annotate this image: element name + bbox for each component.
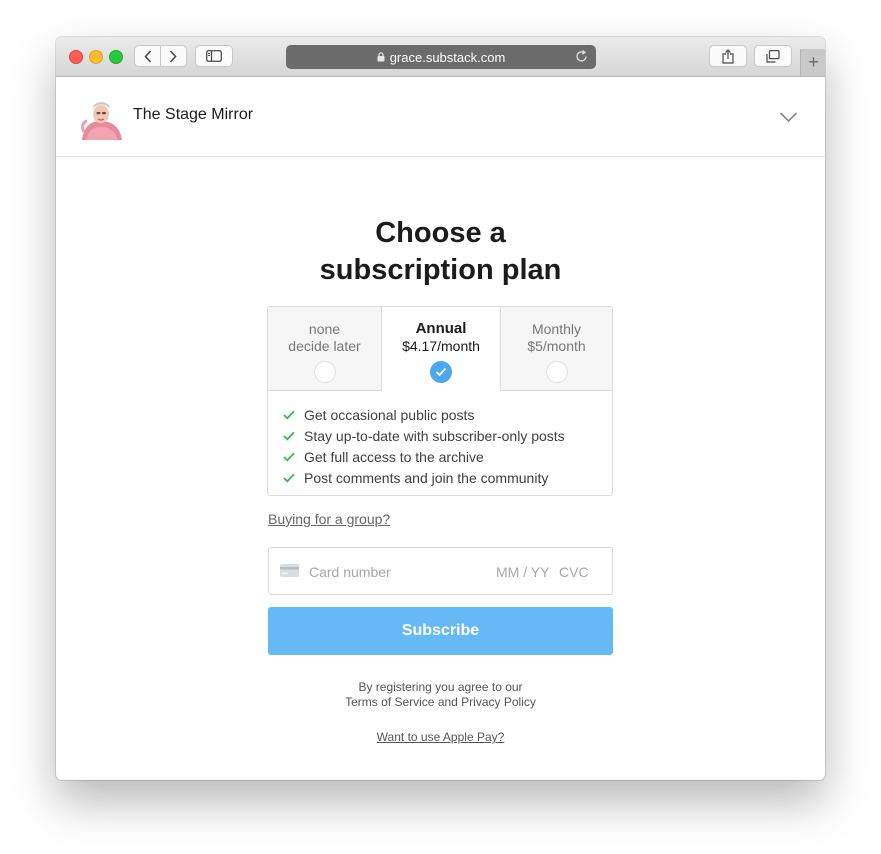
tabs-overview-button[interactable] [754,45,792,67]
sidebar-icon [206,50,222,62]
plan-selector: none decide later Annual $4.17/month Mon… [267,306,613,496]
legal-notice: By registering you agree to our Terms of… [56,680,825,710]
page-title-line2: subscription plan [319,254,562,286]
feature-text: Get full access to the archive [304,448,484,465]
plan-radio-selected[interactable] [430,361,452,383]
page-title: Choose a subscription plan [56,215,825,289]
plan-radio[interactable] [313,361,336,383]
plan-price: decide later [288,338,361,354]
browser-toolbar: grace.substack.com + [56,37,825,77]
subscribe-button[interactable]: Subscribe [268,607,613,655]
forward-button[interactable] [161,46,186,66]
feature-text: Get occasional public posts [304,406,475,423]
tabs-icon [766,49,780,63]
share-icon [722,48,734,64]
url-text: grace.substack.com [389,49,506,65]
plan-price: $4.17/month [402,338,480,354]
credit-card-icon [280,564,299,580]
chevron-down-icon[interactable] [779,110,798,128]
nav-buttons [134,45,187,67]
lock-icon [377,52,385,62]
feature-item: Get full access to the archive [283,446,565,467]
chevron-left-icon [143,49,151,63]
sidebar-button[interactable] [195,45,233,67]
feature-item: Stay up-to-date with subscriber-only pos… [283,425,565,446]
feature-item: Post comments and join the community [283,467,565,488]
apple-pay-text: Want to use Apple Pay? [376,730,505,744]
close-window-button[interactable] [69,50,83,64]
site-header: The Stage Mirror [56,77,825,157]
card-input[interactable]: Card number MM / YY CVC [268,547,613,595]
check-icon [283,431,304,441]
check-icon [283,473,304,483]
card-expiry-field[interactable]: MM / YY [496,564,549,580]
chevron-right-icon [170,49,178,63]
plan-option-none[interactable]: none decide later [268,307,381,391]
feature-list: Get occasional public posts Stay up-to-d… [283,404,565,488]
plan-option-monthly[interactable]: Monthly $5/month [501,307,612,391]
plan-name: none [308,321,341,337]
back-button[interactable] [135,46,160,66]
share-button[interactable] [709,45,747,67]
legal-line1: By registering you agree to our [358,680,523,694]
plan-price: $5/month [527,338,586,354]
feature-text: Post comments and join the community [304,469,549,486]
plan-name: Monthly [531,321,582,337]
reload-icon[interactable] [575,49,588,66]
check-icon [283,410,304,420]
check-icon [435,367,447,377]
plan-option-annual[interactable]: Annual $4.17/month [381,307,501,391]
browser-window: grace.substack.com + The Stage Mirror Ch… [56,37,825,780]
plan-radio[interactable] [545,361,568,383]
apple-pay-link[interactable]: Want to use Apple Pay? [56,730,825,744]
feature-item: Get occasional public posts [283,404,565,425]
terms-privacy-link[interactable]: Terms of Service and Privacy Policy [56,695,825,710]
check-icon [283,452,304,462]
new-tab-button[interactable]: + [800,49,825,76]
subscribe-label: Subscribe [401,622,480,639]
zoom-window-button[interactable] [109,50,123,64]
address-bar[interactable]: grace.substack.com [286,45,596,69]
page-title-line1: Choose a [375,217,506,249]
publication-avatar[interactable] [78,94,124,140]
plan-name: Annual [415,320,467,337]
buying-for-group-link[interactable]: Buying for a group? [268,511,390,527]
card-number-field[interactable]: Card number [309,564,391,580]
publication-name[interactable]: The Stage Mirror [133,106,253,124]
card-cvc-field[interactable]: CVC [559,564,589,580]
plus-icon: + [808,52,819,72]
feature-text: Stay up-to-date with subscriber-only pos… [304,427,565,444]
minimize-window-button[interactable] [89,50,103,64]
